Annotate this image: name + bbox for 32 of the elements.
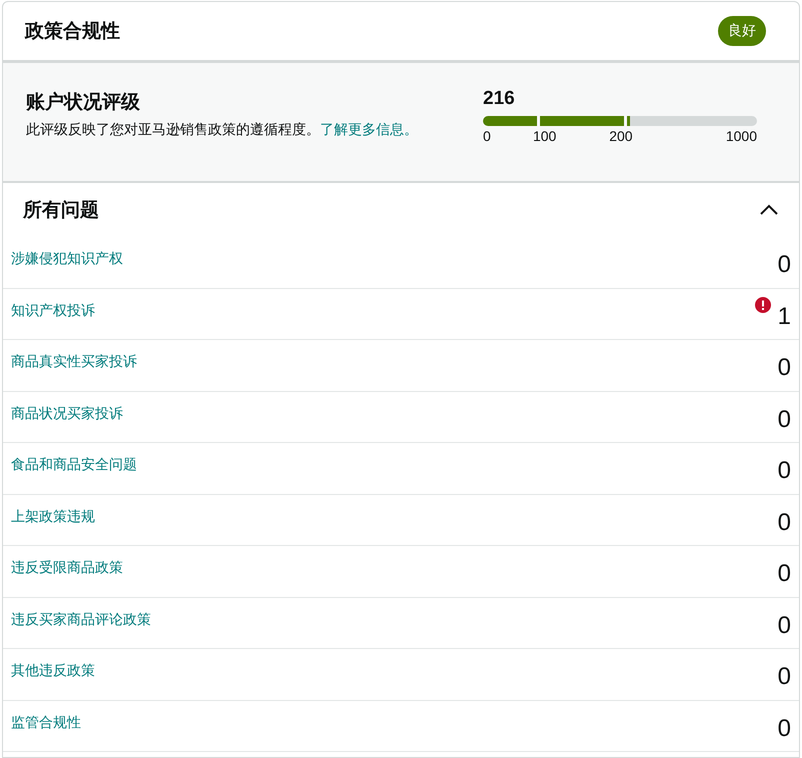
issue-link[interactable]: 违反受限商品政策 [11, 559, 123, 577]
issue-count: 0 [778, 408, 791, 432]
section-title: 所有问题 [23, 199, 99, 223]
issue-count: 0 [778, 356, 791, 380]
chevron-icon [759, 204, 779, 216]
issue-link[interactable]: 涉嫌侵犯知识产权 [11, 250, 123, 268]
issue-link[interactable]: 知识产权投诉 [11, 302, 95, 320]
issue-count: 0 [778, 665, 791, 689]
learn-more-link[interactable]: 了解更多信息。 [320, 121, 418, 137]
issue-count: 1 [778, 304, 791, 328]
tick-label: 100 [532, 128, 556, 144]
issue-link[interactable]: 商品真实性买家投诉 [11, 353, 137, 371]
issue-count: 0 [778, 510, 791, 534]
rating-description: 此评级反映了您对亚马逊销售政策的遵循程度。了解更多信息。 [26, 120, 419, 139]
tick-label: 200 [609, 128, 633, 144]
issue-link[interactable]: 监管合规性 [11, 714, 81, 732]
issue-count: 0 [778, 253, 791, 277]
tick-label: 1000 [726, 128, 757, 144]
issue-link[interactable]: 商品状况买家投诉 [11, 404, 123, 422]
issue-link[interactable]: 上架政策违规 [11, 508, 95, 526]
rating-title: 账户状况评级 [26, 90, 141, 115]
tick-label: 0 [483, 128, 491, 144]
issue-count: 0 [778, 614, 791, 638]
issue-count: 0 [778, 716, 791, 740]
panel-title: 政策合规性 [25, 20, 120, 44]
rating-score: 216 [483, 88, 516, 110]
status-badge: 良好 [718, 16, 766, 46]
issue-count: 0 [778, 562, 791, 586]
issue-link[interactable]: 违反买家商品评论政策 [11, 610, 151, 628]
issue-link[interactable]: 食品和商品安全问题 [11, 456, 137, 474]
issue-link[interactable]: 其他违反政策 [11, 662, 95, 680]
issue-count: 0 [778, 459, 791, 483]
